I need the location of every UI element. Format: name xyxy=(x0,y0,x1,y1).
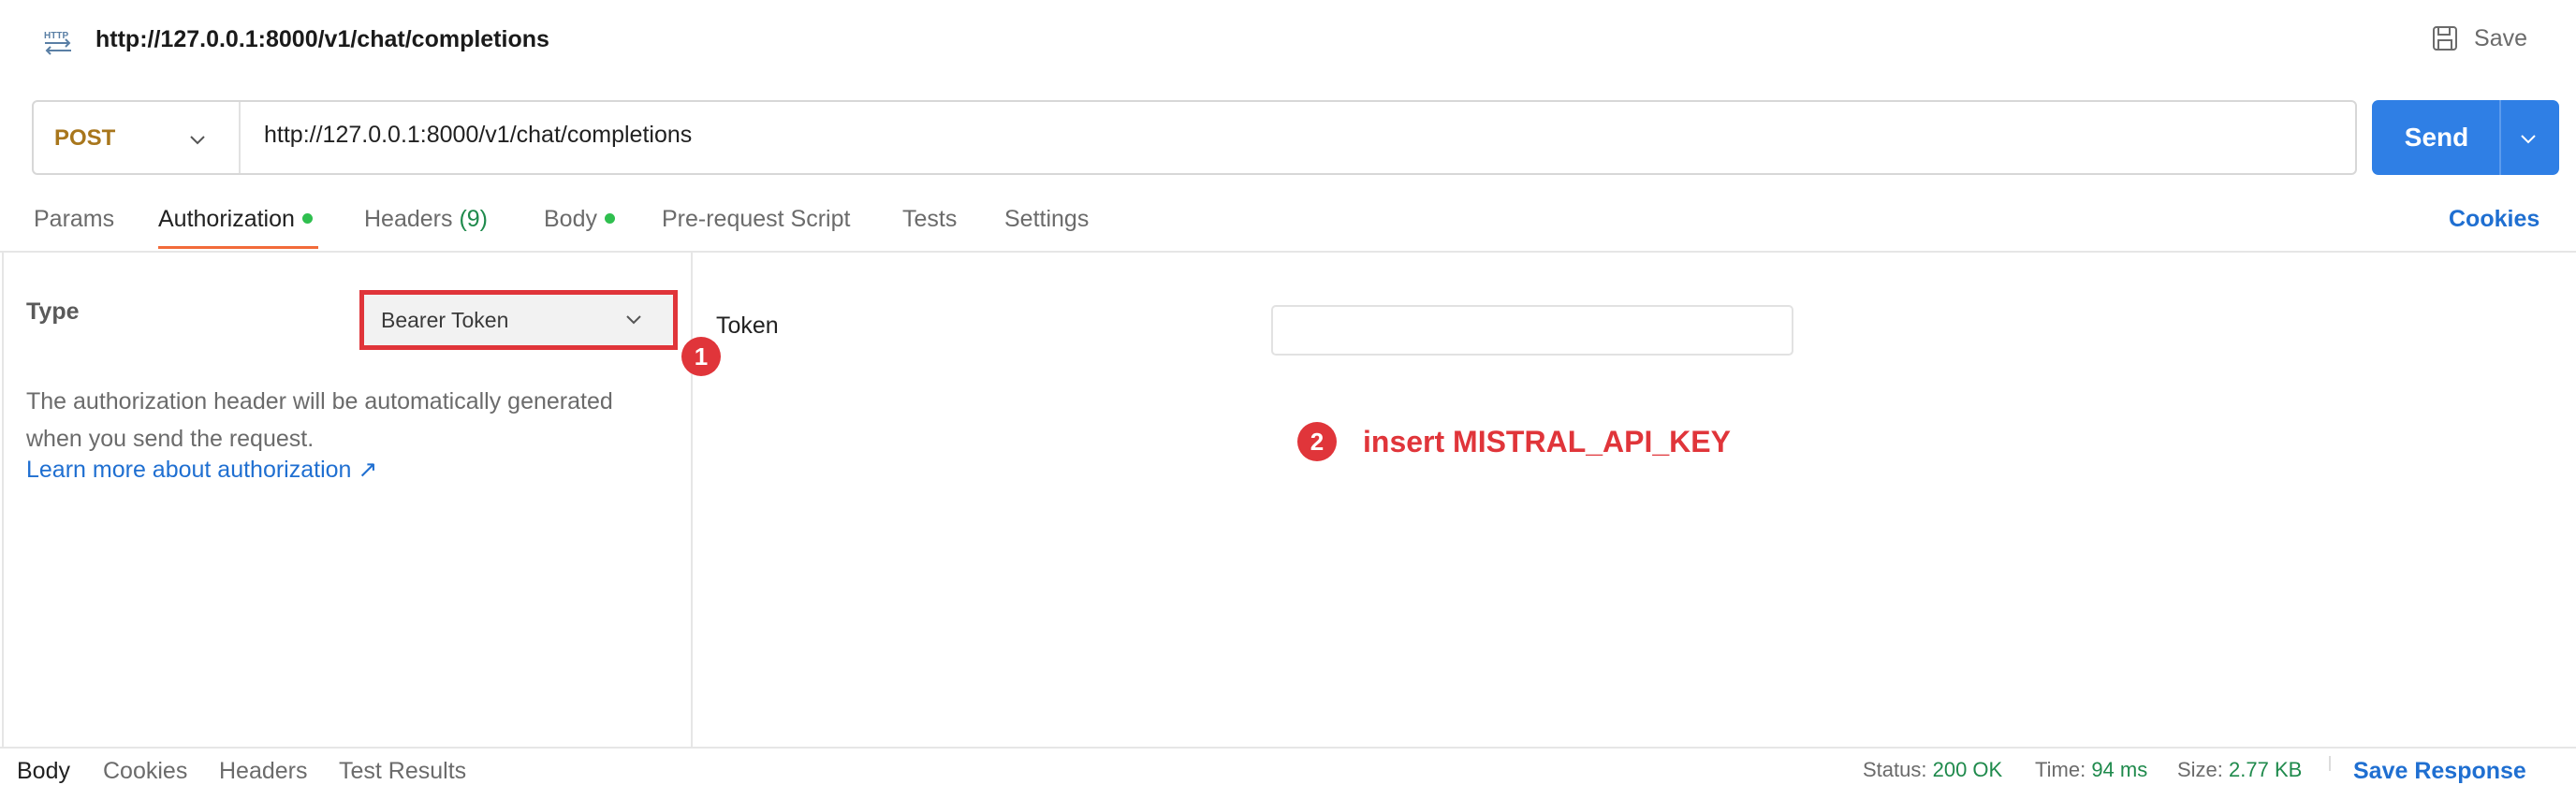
panel-left-border xyxy=(2,253,4,749)
active-tab-indicator xyxy=(158,246,318,249)
response-tab-headers[interactable]: Headers xyxy=(219,758,308,785)
size-value: 2.77 KB xyxy=(2229,758,2303,781)
response-time: Time: 94 ms xyxy=(2035,758,2147,782)
annotation-badge-1: 1 xyxy=(681,337,721,376)
tab-pre-request-script[interactable]: Pre-request Script xyxy=(662,206,850,233)
response-tab-body[interactable]: Body xyxy=(17,758,70,785)
save-button[interactable]: Save xyxy=(2431,24,2527,52)
tabs-divider xyxy=(0,251,2576,253)
status-label: Status: xyxy=(1863,758,1927,781)
tab-settings[interactable]: Settings xyxy=(1004,206,1089,233)
response-status: Status: 200 OK xyxy=(1863,758,2002,782)
size-label: Size: xyxy=(2177,758,2223,781)
url-divider xyxy=(239,102,241,173)
tab-tests[interactable]: Tests xyxy=(902,206,957,233)
tab-label: Authorization xyxy=(158,206,295,232)
tab-headers[interactable]: Headers (9) xyxy=(364,206,488,233)
request-title: http://127.0.0.1:8000/v1/chat/completion… xyxy=(95,26,549,52)
method-select[interactable]: POST xyxy=(54,125,115,152)
tab-params[interactable]: Params xyxy=(34,206,114,233)
save-icon xyxy=(2433,26,2458,51)
response-tab-test-results[interactable]: Test Results xyxy=(339,758,466,785)
tab-body[interactable]: Body xyxy=(544,206,615,233)
annotation-badge-2: 2 xyxy=(1297,422,1337,461)
token-label: Token xyxy=(716,313,779,339)
active-dot-icon xyxy=(604,212,615,224)
http-icon: HTTP xyxy=(44,31,71,55)
tab-label: Headers xyxy=(364,206,453,232)
response-divider xyxy=(0,747,2576,749)
cookies-link[interactable]: Cookies xyxy=(2449,206,2539,233)
auth-description: The authorization header will be automat… xyxy=(26,388,613,452)
annotation-note: insert MISTRAL_API_KEY xyxy=(1363,425,1731,458)
learn-more-link[interactable]: Learn more about authorization ↗ xyxy=(26,456,377,484)
save-response-button[interactable]: Save Response xyxy=(2353,758,2526,785)
auth-type-label: Type xyxy=(26,298,80,325)
response-tab-cookies[interactable]: Cookies xyxy=(103,758,187,785)
response-separator xyxy=(2329,756,2331,771)
token-input[interactable] xyxy=(1271,305,1793,356)
send-divider xyxy=(2499,100,2501,175)
svg-text:HTTP: HTTP xyxy=(44,31,68,41)
tab-authorization[interactable]: Authorization xyxy=(158,206,313,233)
headers-count: (9) xyxy=(459,206,489,232)
annotation-highlight-box xyxy=(359,290,678,350)
tab-label: Body xyxy=(544,206,597,232)
panel-divider[interactable] xyxy=(691,253,693,749)
time-value: 94 ms xyxy=(2091,758,2148,781)
send-options-chevron-icon[interactable] xyxy=(2518,128,2539,149)
save-label: Save xyxy=(2474,24,2527,51)
url-input[interactable]: http://127.0.0.1:8000/v1/chat/completion… xyxy=(264,122,692,149)
status-value: 200 OK xyxy=(1932,758,2003,781)
response-size: Size: 2.77 KB xyxy=(2177,758,2302,782)
active-dot-icon xyxy=(301,212,313,224)
chevron-down-icon[interactable] xyxy=(187,129,208,150)
send-button[interactable]: Send xyxy=(2372,100,2501,175)
time-label: Time: xyxy=(2035,758,2086,781)
